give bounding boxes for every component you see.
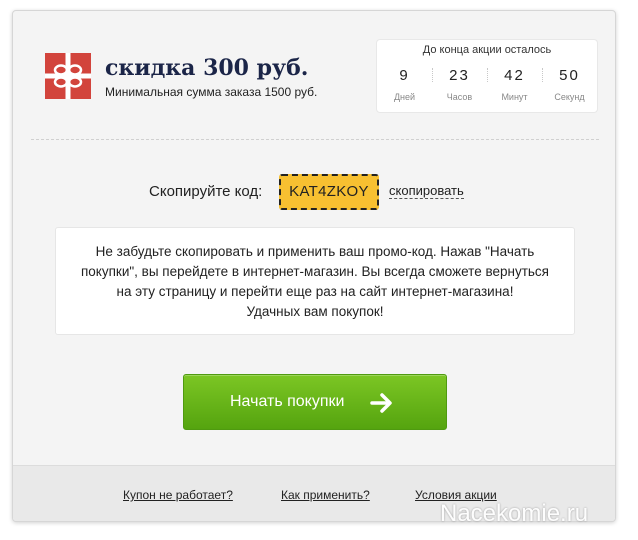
offer-title: скидка 300 руб. bbox=[105, 55, 309, 81]
copy-code-link[interactable]: скопировать bbox=[389, 183, 464, 199]
gift-icon bbox=[45, 53, 91, 99]
how-to-apply-link[interactable]: Как применить? bbox=[281, 488, 370, 502]
countdown-hours: 23 Часов bbox=[432, 64, 487, 108]
countdown-title: До конца акции осталось bbox=[422, 44, 552, 56]
countdown-seconds-value: 50 bbox=[559, 67, 580, 84]
countdown-units: 9 Дней 23 Часов 42 Минут 50 Секунд bbox=[377, 64, 597, 108]
promo-code-row: Скопируйте код: KAT4ZKOY скопировать bbox=[13, 174, 615, 210]
countdown-minutes-value: 42 bbox=[504, 67, 525, 84]
countdown-timer: До конца акции осталось 9 Дней 23 Часов … bbox=[376, 39, 598, 113]
countdown-minutes-label: Минут bbox=[501, 92, 528, 102]
instructions-notice: Не забудьте скопировать и применить ваш … bbox=[55, 227, 575, 335]
countdown-days-label: Дней bbox=[393, 92, 416, 102]
coupon-not-working-link[interactable]: Купон не работает? bbox=[123, 488, 233, 502]
countdown-hours-label: Часов bbox=[446, 92, 473, 102]
coupon-header: скидка 300 руб. Минимальная сумма заказа… bbox=[13, 11, 615, 141]
notice-line: Удачных вам покупок! bbox=[246, 304, 384, 319]
promo-code-box[interactable]: KAT4ZKOY bbox=[279, 174, 379, 210]
notice-line: покупки", вы перейдете в интернет-магази… bbox=[80, 264, 549, 279]
countdown-days: 9 Дней bbox=[377, 64, 432, 108]
countdown-seconds-label: Секунд bbox=[554, 92, 585, 102]
offer-subtitle: Минимальная сумма заказа 1500 руб. bbox=[105, 85, 318, 99]
notice-line: на эту страницу и перейти еще раз на сай… bbox=[116, 284, 514, 299]
header-divider bbox=[31, 139, 599, 140]
arrow-right-icon bbox=[370, 393, 392, 413]
countdown-days-value: 9 bbox=[399, 67, 410, 84]
promo-code-label: Скопируйте код: bbox=[149, 183, 263, 200]
start-shopping-label: Начать покупки bbox=[230, 393, 345, 410]
countdown-seconds: 50 Секунд bbox=[542, 64, 597, 108]
coupon-card: скидка 300 руб. Минимальная сумма заказа… bbox=[12, 10, 616, 522]
start-shopping-button[interactable]: Начать покупки bbox=[183, 374, 447, 430]
site-watermark: Nacekomie.ru bbox=[440, 500, 589, 527]
countdown-hours-value: 23 bbox=[449, 67, 470, 84]
notice-line: Не забудьте скопировать и применить ваш … bbox=[95, 244, 535, 259]
countdown-minutes: 42 Минут bbox=[487, 64, 542, 108]
